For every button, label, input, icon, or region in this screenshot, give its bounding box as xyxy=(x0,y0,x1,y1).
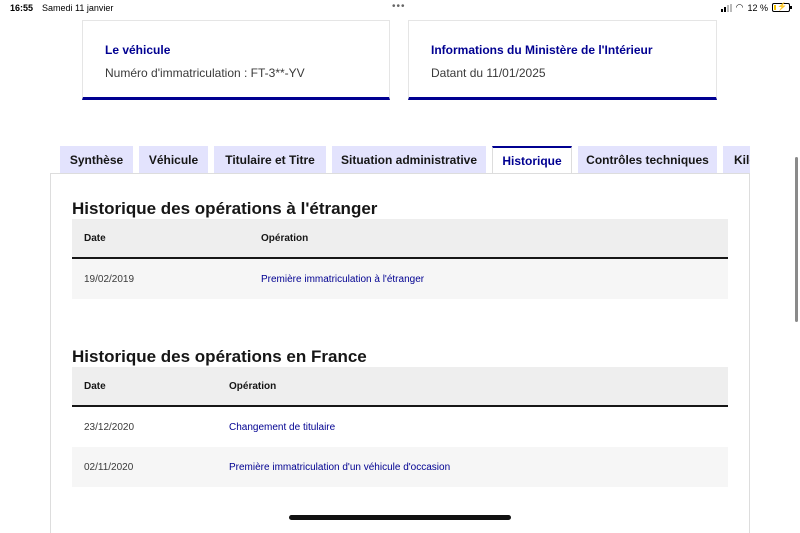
table-france: Date Opération 23/12/2020 Changement de … xyxy=(72,367,728,487)
battery-icon: ⚡ xyxy=(772,2,792,12)
column-header-date: Date xyxy=(84,381,106,392)
tab-vehicule[interactable]: Véhicule xyxy=(139,146,208,174)
registration-number: Numéro d'immatriculation : FT-3**-YV xyxy=(105,66,305,80)
column-header-operation: Opération xyxy=(229,381,277,392)
status-time: 16:55 xyxy=(10,3,34,13)
battery-level xyxy=(774,5,776,10)
row-operation-link[interactable]: Changement de titulaire xyxy=(229,422,335,433)
page-scrollbar[interactable] xyxy=(795,157,798,322)
row-operation-link[interactable]: Première immatriculation à l'étranger xyxy=(261,274,424,285)
tab-controles-techniques[interactable]: Contrôles techniques xyxy=(578,146,717,174)
data-date: Datant du 11/01/2025 xyxy=(431,66,546,80)
column-header-date: Date xyxy=(84,233,106,244)
row-date: 02/11/2020 xyxy=(84,462,134,473)
table-etranger: Date Opération 19/02/2019 Première immat… xyxy=(72,219,728,299)
status-date: Samedi 11 janvier xyxy=(42,3,114,13)
row-operation-link[interactable]: Première immatriculation d'un véhicule d… xyxy=(229,462,450,473)
section-title-france: Historique des opérations en France xyxy=(72,347,367,366)
vehicle-card-title: Le véhicule xyxy=(105,43,171,57)
tab-synthese[interactable]: Synthèse xyxy=(60,146,133,174)
table-row: 19/02/2019 Première immatriculation à l'… xyxy=(72,259,728,299)
status-indicators: ◠ 12 % ⚡ xyxy=(720,2,792,13)
row-date: 23/12/2020 xyxy=(84,422,135,433)
table-row: 23/12/2020 Changement de titulaire xyxy=(72,407,728,447)
multitask-dots-icon[interactable]: ••• xyxy=(392,1,406,12)
tab-bar: Synthèse Véhicule Titulaire et Titre Sit… xyxy=(60,146,750,174)
tab-situation-administrative[interactable]: Situation administrative xyxy=(332,146,486,174)
ministry-card: Informations du Ministère de l'Intérieur… xyxy=(408,20,717,100)
battery-percent: 12 % xyxy=(747,2,768,13)
column-header-operation: Opération xyxy=(261,233,309,244)
table-row: 02/11/2020 Première immatriculation d'un… xyxy=(72,447,728,487)
status-bar: 16:55 Samedi 11 janvier ••• ◠ 12 % ⚡ xyxy=(0,0,800,16)
wifi-icon: ◠ xyxy=(735,2,744,12)
signal-icon xyxy=(720,3,732,12)
row-date: 19/02/2019 xyxy=(84,274,135,285)
vehicle-card: Le véhicule Numéro d'immatriculation : F… xyxy=(82,20,390,100)
table-header: Date Opération xyxy=(72,367,728,407)
tab-historique[interactable]: Historique xyxy=(492,146,572,174)
tab-titulaire-titre[interactable]: Titulaire et Titre xyxy=(214,146,326,174)
ministry-card-title: Informations du Ministère de l'Intérieur xyxy=(431,43,653,57)
table-header: Date Opération xyxy=(72,219,728,259)
tab-kilometrage[interactable]: Kilo xyxy=(723,146,750,174)
section-title-etranger: Historique des opérations à l'étranger xyxy=(72,199,378,218)
home-indicator[interactable] xyxy=(289,515,511,520)
charging-bolt-icon: ⚡ xyxy=(777,2,787,11)
